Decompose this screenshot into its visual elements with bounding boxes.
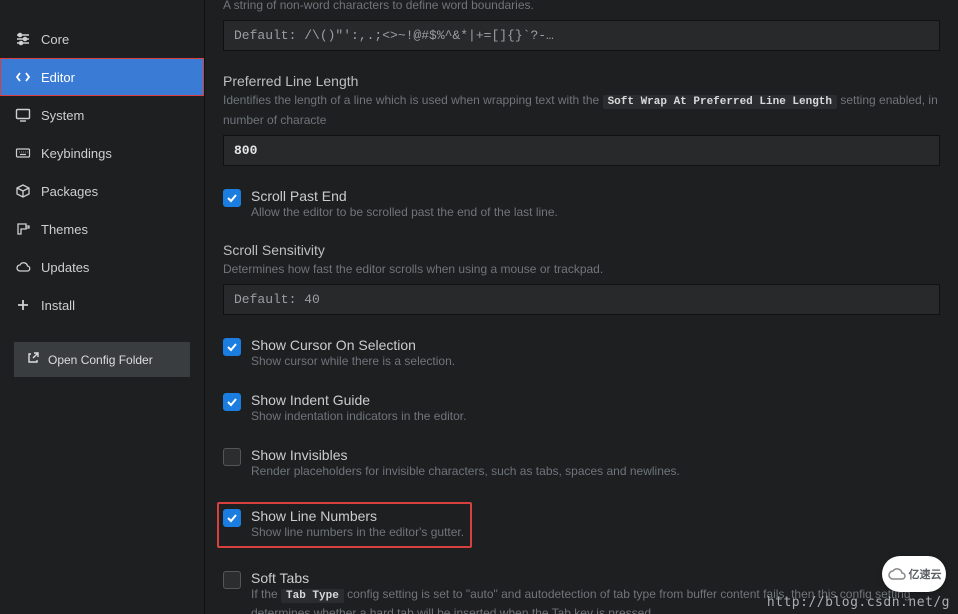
sidebar-item-label: Core [41, 32, 69, 47]
sidebar-item-label: Themes [41, 222, 88, 237]
sidebar-item-label: Updates [41, 260, 89, 275]
preferred-line-length-input[interactable]: 800 [223, 135, 940, 166]
soft-tabs-checkbox[interactable] [223, 571, 241, 589]
monitor-icon [15, 107, 31, 123]
sidebar-item-label: Keybindings [41, 146, 112, 161]
code-icon [15, 69, 31, 85]
external-link-icon [26, 351, 40, 368]
sidebar-item-label: Install [41, 298, 75, 313]
paint-icon [15, 221, 31, 237]
keyboard-icon [15, 145, 31, 161]
show-indent-guide-desc: Show indentation indicators in the edito… [251, 408, 940, 425]
show-indent-guide-label: Show Indent Guide [251, 392, 940, 408]
show-invisibles-desc: Render placeholders for invisible charac… [251, 463, 940, 480]
sidebar-item-install[interactable]: Install [0, 286, 204, 324]
package-icon [15, 183, 31, 199]
scroll-past-end-checkbox[interactable] [223, 189, 241, 207]
settings-panel: A string of non-word characters to defin… [205, 0, 958, 614]
open-config-folder-button[interactable]: Open Config Folder [14, 342, 190, 377]
show-cursor-on-selection-desc: Show cursor while there is a selection. [251, 353, 940, 370]
cloud-badge: 亿速云 [882, 556, 946, 592]
sliders-icon [15, 31, 31, 47]
watermark-url: http://blog.csdn.net/g [767, 595, 950, 610]
scroll-sensitivity-title: Scroll Sensitivity [223, 242, 940, 258]
highlight-annotation: Show Line Numbers Show line numbers in t… [217, 502, 472, 549]
sidebar-item-label: Editor [41, 70, 75, 85]
plus-icon [15, 297, 31, 313]
sidebar-item-core[interactable]: Core [0, 20, 204, 58]
settings-sidebar: Core Editor System Keybindings Packages [0, 0, 205, 614]
inline-code: Tab Type [281, 589, 344, 603]
nonword-input[interactable]: Default: /\()"':,.;<>~!@#$%^&*|+=[]{}`?-… [223, 20, 940, 51]
show-invisibles-label: Show Invisibles [251, 447, 940, 463]
soft-tabs-label: Soft Tabs [251, 570, 940, 586]
open-config-folder-label: Open Config Folder [48, 353, 153, 367]
scroll-sensitivity-desc: Determines how fast the editor scrolls w… [223, 260, 940, 278]
preferred-line-length-title: Preferred Line Length [223, 73, 940, 89]
sidebar-item-updates[interactable]: Updates [0, 248, 204, 286]
inline-code: Soft Wrap At Preferred Line Length [603, 95, 837, 109]
scroll-sensitivity-input[interactable]: Default: 40 [223, 284, 940, 315]
show-cursor-on-selection-label: Show Cursor On Selection [251, 337, 940, 353]
sidebar-item-editor[interactable]: Editor [0, 58, 204, 96]
sidebar-item-themes[interactable]: Themes [0, 210, 204, 248]
cloud-icon [15, 259, 31, 275]
show-line-numbers-desc: Show line numbers in the editor's gutter… [251, 524, 464, 541]
show-invisibles-checkbox[interactable] [223, 448, 241, 466]
sidebar-item-label: Packages [41, 184, 98, 199]
show-line-numbers-label: Show Line Numbers [251, 508, 464, 524]
show-indent-guide-checkbox[interactable] [223, 393, 241, 411]
scroll-past-end-label: Scroll Past End [251, 188, 940, 204]
show-line-numbers-checkbox[interactable] [223, 509, 241, 527]
sidebar-item-packages[interactable]: Packages [0, 172, 204, 210]
sidebar-item-keybindings[interactable]: Keybindings [0, 134, 204, 172]
sidebar-item-system[interactable]: System [0, 96, 204, 134]
preferred-line-length-desc: Identifies the length of a line which is… [223, 91, 940, 129]
nonword-desc: A string of non-word characters to defin… [223, 0, 940, 14]
show-cursor-on-selection-checkbox[interactable] [223, 338, 241, 356]
sidebar-item-label: System [41, 108, 84, 123]
scroll-past-end-desc: Allow the editor to be scrolled past the… [251, 204, 940, 221]
